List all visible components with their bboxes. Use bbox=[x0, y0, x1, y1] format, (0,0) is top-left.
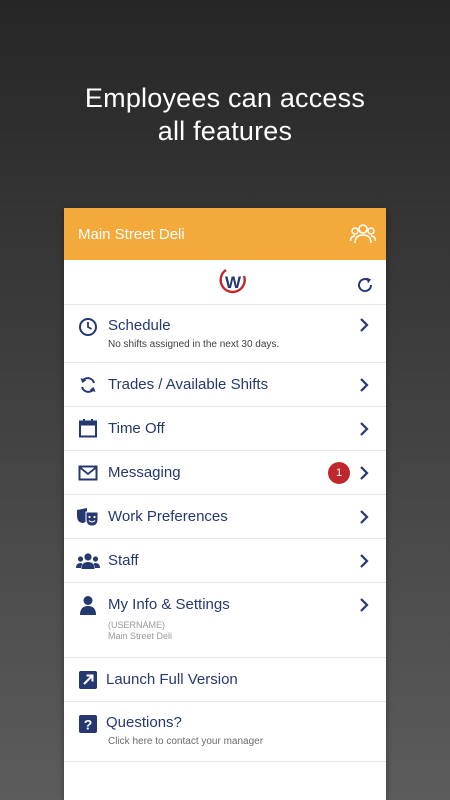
app-header: Main Street Deli bbox=[64, 208, 386, 260]
app-logo-icon: W bbox=[218, 266, 248, 296]
schedule-subtitle: No shifts assigned in the next 30 days. bbox=[108, 339, 280, 350]
promo-line-1: Employees can access bbox=[84, 83, 366, 113]
chevron-right-icon bbox=[358, 318, 370, 332]
location-text: Main Street Deli bbox=[108, 631, 173, 641]
work-preferences-label: Work Preferences bbox=[108, 508, 228, 525]
chevron-right-icon bbox=[358, 554, 370, 568]
staff-label: Staff bbox=[108, 552, 139, 569]
question-icon: ? bbox=[78, 714, 98, 734]
username-text: (USERNAME) bbox=[108, 620, 166, 630]
menu-item-staff[interactable]: Staff bbox=[64, 539, 386, 583]
chevron-right-icon bbox=[358, 378, 370, 392]
chevron-right-icon bbox=[358, 466, 370, 480]
menu-item-messaging[interactable]: Messaging 1 bbox=[64, 451, 386, 495]
calendar-icon bbox=[78, 418, 98, 438]
questions-label: Questions? bbox=[106, 714, 182, 731]
menu-item-launch-full-version[interactable]: Launch Full Version bbox=[64, 658, 386, 702]
header-title: Main Street Deli bbox=[78, 225, 185, 243]
unread-count-badge: 1 bbox=[328, 462, 350, 484]
questions-subtitle: Click here to contact your manager bbox=[108, 736, 264, 747]
trades-label: Trades / Available Shifts bbox=[108, 376, 269, 393]
chevron-right-icon bbox=[358, 598, 370, 612]
theater-masks-icon bbox=[76, 507, 100, 527]
messaging-label: Messaging bbox=[108, 464, 181, 481]
refresh-icon[interactable] bbox=[356, 276, 374, 294]
menu-item-time-off[interactable]: Time Off bbox=[64, 407, 386, 451]
swap-arrows-icon bbox=[78, 375, 98, 395]
schedule-label: Schedule bbox=[108, 317, 171, 334]
svg-text:?: ? bbox=[84, 717, 93, 733]
menu-item-schedule[interactable]: Schedule No shifts assigned in the next … bbox=[64, 305, 386, 363]
time-off-label: Time Off bbox=[108, 420, 165, 437]
user-icon bbox=[78, 595, 98, 615]
promo-line-2: all features bbox=[157, 116, 293, 146]
menu-item-work-preferences[interactable]: Work Preferences bbox=[64, 495, 386, 539]
launch-full-version-label: Launch Full Version bbox=[106, 671, 238, 688]
menu-item-trades[interactable]: Trades / Available Shifts bbox=[64, 363, 386, 407]
users-icon bbox=[76, 551, 100, 571]
logo-row: W bbox=[64, 260, 386, 305]
people-icon[interactable] bbox=[350, 223, 376, 245]
svg-text:W: W bbox=[225, 273, 242, 292]
clock-icon bbox=[78, 317, 98, 337]
promo-headline: Employees can access all features bbox=[0, 82, 450, 148]
my-info-label: My Info & Settings bbox=[108, 596, 230, 613]
envelope-icon bbox=[78, 463, 98, 483]
chevron-right-icon bbox=[358, 510, 370, 524]
phone-screen: Main Street Deli W Schedule No shifts as… bbox=[64, 208, 386, 800]
chevron-right-icon bbox=[358, 422, 370, 436]
menu-item-my-info-settings[interactable]: My Info & Settings (USERNAME) Main Stree… bbox=[64, 583, 386, 658]
external-link-icon bbox=[78, 670, 98, 690]
menu-item-questions[interactable]: ? Questions? Click here to contact your … bbox=[64, 702, 386, 762]
